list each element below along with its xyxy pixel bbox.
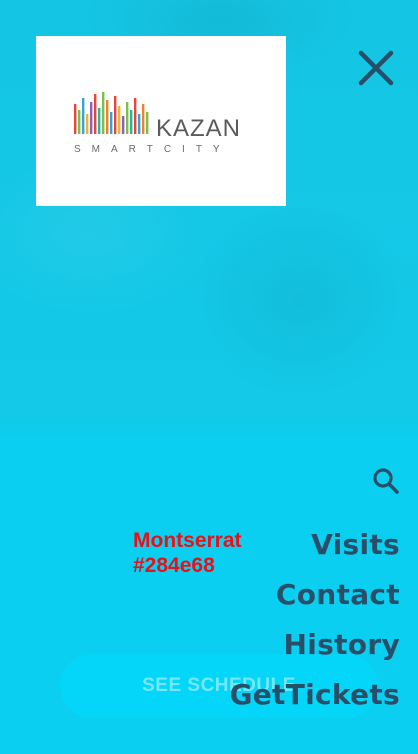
logo-tagline-text: SMARTCITY [74,144,231,155]
close-icon [358,50,394,86]
kazan-smartcity-logo: KAZAN SMARTCITY [74,92,241,155]
font-annotation: Montserrat #284e68 [133,528,242,578]
menu-item-gettickets[interactable]: GetTickets [229,670,400,720]
main-menu: Visits Contact History GetTickets [229,520,400,720]
logo[interactable]: KAZAN SMARTCITY [36,36,286,206]
logo-brand-text: KAZAN [156,115,241,142]
search-button[interactable] [372,467,400,495]
logo-bars [74,92,149,134]
menu-item-visits[interactable]: Visits [229,520,400,570]
close-button[interactable] [356,48,396,88]
menu-item-contact[interactable]: Contact [229,570,400,620]
font-annotation-font: Montserrat [133,529,242,552]
font-annotation-color: #284e68 [133,554,215,577]
menu-item-history[interactable]: History [229,620,400,670]
search-icon [373,468,399,494]
